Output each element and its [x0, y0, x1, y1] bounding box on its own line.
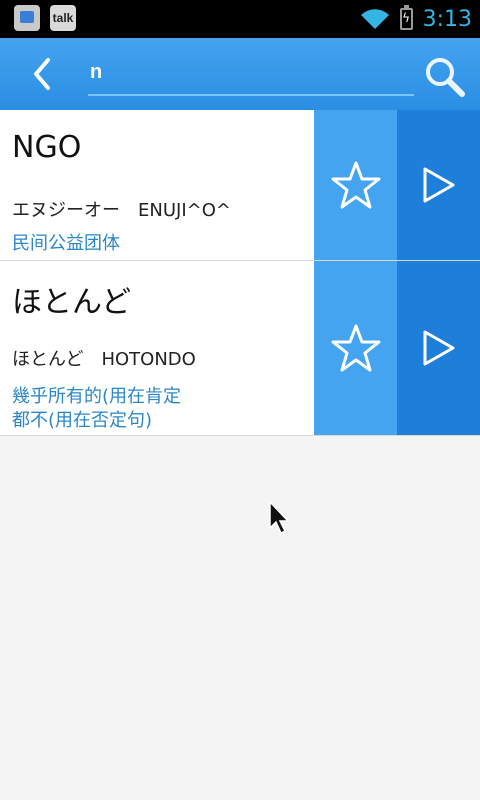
entry-meaning: 民间公益团体 — [12, 233, 120, 254]
star-outline-icon — [331, 161, 380, 209]
back-arrow-icon — [34, 58, 50, 90]
star-outline-icon — [331, 324, 380, 372]
entry-text[interactable]: ほとんど ほとんど HOTONDO 幾乎所有的(用在肯定 都不(用在否定句) — [0, 261, 314, 435]
app-bar — [0, 38, 480, 110]
search-icon — [426, 58, 465, 97]
battery-charging-icon: ϟ — [399, 5, 413, 30]
entry-text[interactable]: NGO エヌジーオー ENUJI^O^ 民间公益团体 — [0, 110, 314, 260]
entry-meaning: 幾乎所有的(用在肯定 都不(用在否定句) — [12, 386, 182, 431]
play-audio-button[interactable] — [397, 110, 480, 260]
list-item[interactable]: ほとんど ほとんど HOTONDO 幾乎所有的(用在肯定 都不(用在否定句) — [0, 261, 480, 436]
talk-label: talk — [52, 11, 74, 25]
list-item[interactable]: NGO エヌジーオー ENUJI^O^ 民间公益团体 — [0, 110, 480, 261]
back-button[interactable] — [22, 52, 66, 96]
entry-word: NGO — [12, 130, 82, 165]
status-bar: talk ϟ 3:13 — [0, 0, 480, 38]
wifi-icon — [360, 9, 389, 30]
results-list: NGO エヌジーオー ENUJI^O^ 民间公益团体 ほとんど ほとんど HOT… — [0, 110, 480, 436]
entry-reading: エヌジーオー ENUJI^O^ — [12, 200, 231, 221]
entry-reading: ほとんど HOTONDO — [12, 349, 196, 370]
entry-word: ほとんど — [12, 285, 132, 320]
play-audio-button[interactable] — [397, 261, 480, 435]
search-input[interactable] — [88, 52, 416, 92]
talk-notification-icon: talk — [50, 5, 76, 31]
favorite-button[interactable] — [314, 110, 397, 260]
clock: 3:13 — [422, 6, 472, 32]
mouse-cursor-icon — [269, 500, 290, 535]
search-field[interactable] — [88, 52, 416, 96]
play-triangle-icon — [423, 330, 454, 366]
play-triangle-icon — [423, 167, 454, 203]
favorite-button[interactable] — [314, 261, 397, 435]
search-button[interactable] — [420, 52, 468, 100]
gallery-notification-icon — [14, 5, 40, 31]
